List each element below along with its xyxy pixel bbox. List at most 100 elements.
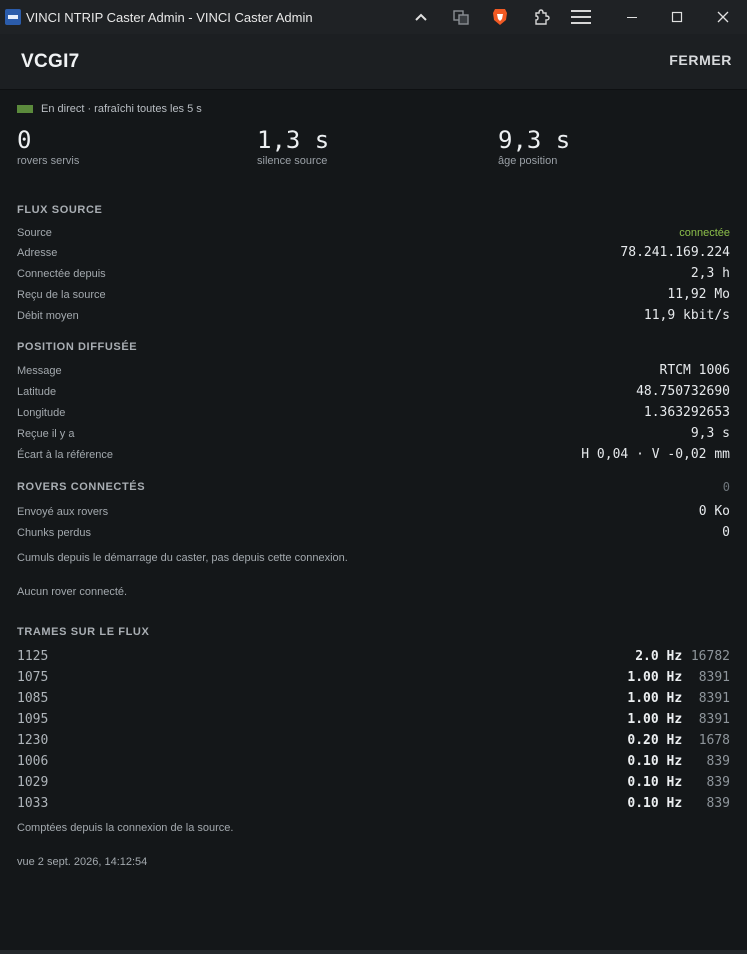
row-reference-offset: Écart à la référence H 0,04 · V -0,02 mm [17,447,730,467]
table-row: 1095 1.00 Hz 8391 [17,712,730,732]
row-key: Chunks perdus [17,527,91,539]
stat-value: 0 [17,126,32,154]
translate-icon[interactable] [450,7,472,27]
frame-count: 16782 [690,649,730,664]
row-value: 78.241.169.224 [620,245,730,260]
row-key: Source [17,227,52,239]
window-titlebar: VINCI NTRIP Caster Admin - VINCI Caster … [0,0,747,34]
frame-count: 8391 [698,712,730,727]
row-key: Latitude [17,386,57,398]
frame-rate: 0.10 Hz [627,775,683,790]
row-key: Débit moyen [17,310,79,322]
frame-rate: 1.00 Hz [627,691,683,706]
frame-id: 1085 [17,691,49,706]
row-key: Envoyé aux rovers [17,506,109,518]
stat-source-silence: 1,3 s silence source [257,126,329,167]
frame-rate: 2.0 Hz [635,649,683,664]
status-badge: connectée [679,227,730,239]
stat-rovers-served: 0 rovers servis [17,126,79,167]
row-received-ago: Reçue il y a 9,3 s [17,426,730,446]
table-row: 1006 0.10 Hz 839 [17,754,730,774]
row-key: Message [17,365,62,377]
frame-count: 839 [706,775,730,790]
row-value: 9,3 s [690,426,730,441]
row-key: Écart à la référence [17,449,113,461]
stat-label: silence source [257,155,328,167]
chevron-up-icon[interactable] [410,7,432,27]
live-indicator: En direct · rafraîchi toutes les 5 s [17,103,202,115]
frame-count: 839 [706,796,730,811]
row-received: Reçu de la source 11,92 Mo [17,287,730,307]
frame-count: 839 [706,754,730,769]
row-value: 11,9 kbit/s [643,308,730,323]
stat-value: 1,3 s [257,126,330,154]
last-seen-timestamp: vue 2 sept. 2026, 14:12:54 [17,856,148,868]
frame-id: 1075 [17,670,49,685]
row-key: Reçu de la source [17,289,106,301]
stat-label: rovers servis [17,155,80,167]
row-value: 48.750732690 [636,384,730,399]
row-source: Source connectée [17,225,730,245]
device-title: VCGI7 [21,51,80,72]
close-button[interactable]: FERMER [669,52,732,68]
frame-id: 1033 [17,796,49,811]
table-row: 1029 0.10 Hz 839 [17,775,730,795]
row-value: 11,92 Mo [667,287,730,302]
frame-id: 1006 [17,754,49,769]
live-status-icon [17,105,33,113]
row-value: 2,3 h [690,266,730,281]
window-title: VINCI NTRIP Caster Admin - VINCI Caster … [26,10,313,25]
frame-rate: 1.00 Hz [627,670,683,685]
row-key: Connectée depuis [17,268,106,280]
close-icon[interactable] [712,7,734,27]
rovers-count: 0 [722,480,730,494]
row-message: Message RTCM 1006 [17,363,730,383]
rovers-empty-message: Aucun rover connecté. [17,586,128,598]
frame-id: 1125 [17,649,49,664]
row-value: 0 [722,525,730,540]
row-value: 1.363292653 [643,405,730,420]
frame-id: 1095 [17,712,49,727]
row-key: Longitude [17,407,66,419]
section-title-frames: TRAMES SUR LE FLUX [17,626,150,638]
row-sent-to-rovers: Envoyé aux rovers 0 Ko [17,504,730,524]
section-title-position: POSITION DIFFUSÉE [17,341,138,353]
table-row: 1125 2.0 Hz 16782 [17,649,730,669]
frame-rate: 0.10 Hz [627,754,683,769]
row-lost-chunks: Chunks perdus 0 [17,525,730,545]
bottom-edge [0,950,747,954]
table-row: 1033 0.10 Hz 839 [17,796,730,816]
frame-id: 1230 [17,733,49,748]
row-latitude: Latitude 48.750732690 [17,384,730,404]
maximize-icon[interactable] [666,7,688,27]
frame-count: 8391 [698,691,730,706]
section-title-source-flow: FLUX SOURCE [17,204,103,216]
row-value: RTCM 1006 [659,363,730,378]
row-bitrate: Débit moyen 11,9 kbit/s [17,308,730,328]
frames-note: Comptées depuis la connexion de la sourc… [17,822,234,834]
stat-value: 9,3 s [498,126,571,154]
table-row: 1230 0.20 Hz 1678 [17,733,730,753]
section-title-rovers: ROVERS CONNECTÉS [17,481,146,493]
row-longitude: Longitude 1.363292653 [17,405,730,425]
row-value: H 0,04 · V -0,02 mm [581,447,730,462]
row-value: 0 Ko [698,504,730,519]
app-icon [5,9,21,25]
menu-icon[interactable] [569,7,593,27]
frame-rate: 0.20 Hz [627,733,683,748]
frame-rate: 1.00 Hz [627,712,683,727]
frame-id: 1029 [17,775,49,790]
minimize-icon[interactable] [621,7,643,27]
row-connected-since: Connectée depuis 2,3 h [17,266,730,286]
table-row: 1085 1.00 Hz 8391 [17,691,730,711]
brave-shield-icon[interactable] [489,7,511,27]
row-key: Adresse [17,247,58,259]
detail-header: VCGI7 FERMER [0,34,747,90]
extensions-icon[interactable] [530,7,552,27]
frame-count: 1678 [698,733,730,748]
table-row: 1075 1.00 Hz 8391 [17,670,730,690]
row-key: Reçue il y a [17,428,75,440]
frame-count: 8391 [698,670,730,685]
rovers-note: Cumuls depuis le démarrage du caster, pa… [17,552,348,564]
live-text: En direct · rafraîchi toutes les 5 s [41,103,202,115]
